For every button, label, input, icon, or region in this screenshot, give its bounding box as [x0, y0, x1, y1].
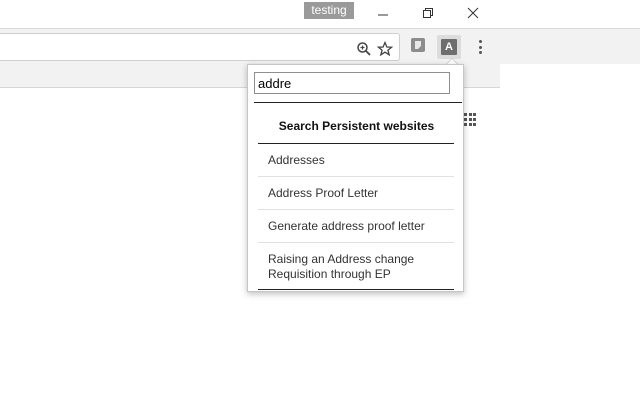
zoom-icon[interactable]: [356, 41, 372, 57]
divider: [254, 102, 462, 103]
kebab-menu-icon[interactable]: [474, 38, 486, 56]
active-extension-button[interactable]: A: [437, 35, 461, 59]
minimize-button[interactable]: [372, 4, 394, 22]
results-list: Addresses Address Proof Letter Generate …: [258, 144, 454, 290]
extension-icon: [410, 37, 426, 58]
address-bar[interactable]: [0, 33, 400, 61]
close-window-button[interactable]: [462, 4, 484, 22]
result-item-addresses[interactable]: Addresses: [258, 144, 454, 177]
result-item-raising-address-change[interactable]: Raising an Address change Requisition th…: [258, 243, 454, 290]
result-item-address-proof-letter[interactable]: Address Proof Letter: [258, 177, 454, 210]
result-item-generate-address-proof-letter[interactable]: Generate address proof letter: [258, 210, 454, 243]
extension-a-icon: A: [441, 39, 457, 55]
restore-icon: [422, 7, 434, 19]
restore-button[interactable]: [417, 4, 439, 22]
extension-popup: Search Persistent websites Addresses Add…: [247, 64, 464, 292]
browser-toolbar: A: [0, 28, 640, 64]
extension-button[interactable]: [408, 37, 428, 57]
window-titlebar: testing: [0, 0, 640, 28]
popup-heading: Search Persistent websites: [278, 119, 435, 133]
extension-a-letter: A: [445, 41, 453, 53]
apps-grid-icon[interactable]: [464, 113, 476, 127]
star-icon[interactable]: [377, 41, 393, 57]
minimize-icon: [377, 7, 389, 19]
close-icon: [467, 7, 479, 19]
divider: [258, 289, 454, 290]
profile-badge[interactable]: testing: [304, 2, 354, 19]
popup-search-input[interactable]: [254, 72, 450, 94]
